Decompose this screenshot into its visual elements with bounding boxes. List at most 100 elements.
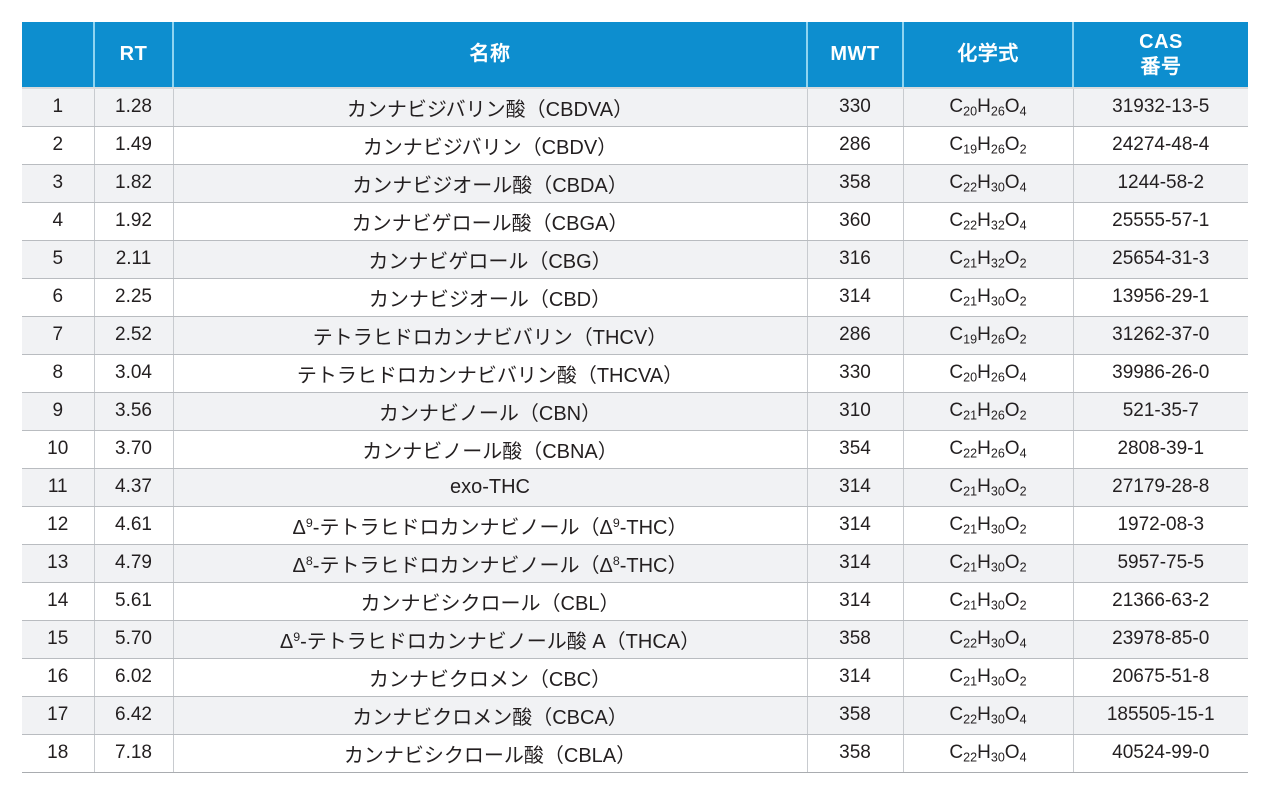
cell-rt: 5.70 [94,620,174,659]
cell-cas: 31932-13-5 [1073,88,1248,127]
cell-index: 6 [22,278,95,317]
cell-rt: 3.70 [94,430,174,469]
cell-mwt: 314 [807,278,904,317]
cell-rt: 6.02 [94,658,174,697]
table-row: 10 3.70 カンナビノール酸（CBNA） 354 C22H26O4 2808-39-1 [22,430,1248,469]
cell-cas: 21366-63-2 [1073,582,1248,621]
cell-cas: 39986-26-0 [1073,354,1248,393]
cell-formula: C19H26O2 [903,316,1074,355]
cell-formula: C22H30O4 [903,696,1074,735]
column-header-cas-line1: CAS [1139,30,1183,53]
cell-cas: 20675-51-8 [1073,658,1248,697]
cell-formula: C21H30O2 [903,278,1074,317]
cell-rt: 4.37 [94,468,174,507]
table-row: 7 2.52 テトラヒドロカンナビバリン（THCV） 286 C19H26O2 31262… [22,316,1248,355]
cell-name: テトラヒドロカンナビバリン酸（THCVA） [173,354,808,393]
cell-formula: C22H30O4 [903,620,1074,659]
cell-mwt: 358 [807,164,904,203]
table-row: 8 3.04 テトラヒドロカンナビバリン酸（THCVA） 330 C20H26O4 399… [22,354,1248,393]
cell-name: カンナビクロメン酸（CBCA） [173,696,808,735]
cell-rt: 7.18 [94,734,174,773]
cell-rt: 5.61 [94,582,174,621]
cell-mwt: 314 [807,544,904,583]
cell-cas: 25555-57-1 [1073,202,1248,241]
cell-rt: 1.49 [94,126,174,165]
table-body: 1 1.28 カンナビジバリン酸（CBDVA） 330 C20H26O4 31932-13… [22,88,1248,773]
table-row: 16 6.02 カンナビクロメン（CBC） 314 C21H30O2 20675-51-8 [22,658,1248,697]
table-row: 18 7.18 カンナビシクロール酸（CBLA） 358 C22H30O4 40524-9… [22,734,1248,773]
table-row: 3 1.82 カンナビジオール酸（CBDA） 358 C22H30O4 1244-58-2 [22,164,1248,203]
cell-name: Δ9-テトラヒドロカンナビノール（Δ9-THC） [173,506,808,545]
cell-index: 11 [22,468,95,507]
cell-rt: 4.79 [94,544,174,583]
cell-index: 13 [22,544,95,583]
cell-mwt: 314 [807,658,904,697]
table-row: 14 5.61 カンナビシクロール（CBL） 314 C21H30O2 21366-63-… [22,582,1248,621]
column-header-name: 名称 [173,22,808,89]
column-header-rt: RT [94,22,174,89]
cell-rt: 3.04 [94,354,174,393]
cell-mwt: 314 [807,506,904,545]
table-row: 1 1.28 カンナビジバリン酸（CBDVA） 330 C20H26O4 31932-13… [22,88,1248,127]
cell-rt: 2.52 [94,316,174,355]
cell-cas: 25654-31-3 [1073,240,1248,279]
cell-formula: C22H32O4 [903,202,1074,241]
cannabinoid-table: RT 名称 MWT 化学式 CAS 番号 1 1.28 カンナビジバリン酸（CBDV… [22,22,1248,773]
cell-rt: 2.25 [94,278,174,317]
cell-name: テトラヒドロカンナビバリン（THCV） [173,316,808,355]
cell-mwt: 354 [807,430,904,469]
cell-index: 1 [22,88,95,127]
header-row: RT 名称 MWT 化学式 CAS 番号 [22,22,1248,89]
table-row: 6 2.25 カンナビジオール（CBD） 314 C21H30O2 13956-29-1 [22,278,1248,317]
cell-mwt: 286 [807,126,904,165]
cell-index: 14 [22,582,95,621]
cell-cas: 27179-28-8 [1073,468,1248,507]
cell-mwt: 358 [807,696,904,735]
cell-cas: 13956-29-1 [1073,278,1248,317]
table-row: 11 4.37 exo-THC 314 C21H30O2 27179-28-8 [22,468,1248,507]
cell-formula: C21H30O2 [903,658,1074,697]
cell-index: 16 [22,658,95,697]
cell-rt: 1.92 [94,202,174,241]
cell-formula: C22H26O4 [903,430,1074,469]
table-row: 2 1.49 カンナビジバリン（CBDV） 286 C19H26O2 24274-48-4 [22,126,1248,165]
cell-formula: C21H30O2 [903,506,1074,545]
table-row: 15 5.70 Δ9-テトラヒドロカンナビノール酸 A（THCA） 358 C22H30… [22,620,1248,659]
table-row: 17 6.42 カンナビクロメン酸（CBCA） 358 C22H30O4 185505-1… [22,696,1248,735]
cell-mwt: 314 [807,582,904,621]
column-header-mwt: MWT [807,22,904,89]
table-row: 12 4.61 Δ9-テトラヒドロカンナビノール（Δ9-THC） 314 C21H30O… [22,506,1248,545]
cell-cas: 24274-48-4 [1073,126,1248,165]
cell-mwt: 358 [807,620,904,659]
cell-mwt: 286 [807,316,904,355]
cell-formula: C22H30O4 [903,164,1074,203]
cell-name: カンナビジオール酸（CBDA） [173,164,808,203]
cell-cas: 1972-08-3 [1073,506,1248,545]
cell-index: 17 [22,696,95,735]
cell-formula: C22H30O4 [903,734,1074,773]
cell-rt: 2.11 [94,240,174,279]
cell-mwt: 358 [807,734,904,773]
cell-name: カンナビノール酸（CBNA） [173,430,808,469]
cell-name: Δ8-テトラヒドロカンナビノール（Δ8-THC） [173,544,808,583]
cell-rt: 4.61 [94,506,174,545]
cell-formula: C20H26O4 [903,88,1074,127]
cell-rt: 1.28 [94,88,174,127]
column-header-formula: 化学式 [903,22,1074,89]
cell-rt: 6.42 [94,696,174,735]
table-row: 4 1.92 カンナビゲロール酸（CBGA） 360 C22H32O4 25555-57-… [22,202,1248,241]
cell-index: 12 [22,506,95,545]
cell-index: 5 [22,240,95,279]
cell-index: 3 [22,164,95,203]
cell-index: 4 [22,202,95,241]
cell-mwt: 330 [807,88,904,127]
cell-rt: 3.56 [94,392,174,431]
cell-index: 15 [22,620,95,659]
cell-index: 8 [22,354,95,393]
cell-cas: 1244-58-2 [1073,164,1248,203]
cell-index: 9 [22,392,95,431]
cell-mwt: 316 [807,240,904,279]
cell-name: カンナビゲロール酸（CBGA） [173,202,808,241]
cell-formula: C21H30O2 [903,544,1074,583]
table-row: 5 2.11 カンナビゲロール（CBG） 316 C21H32O2 25654-31-3 [22,240,1248,279]
